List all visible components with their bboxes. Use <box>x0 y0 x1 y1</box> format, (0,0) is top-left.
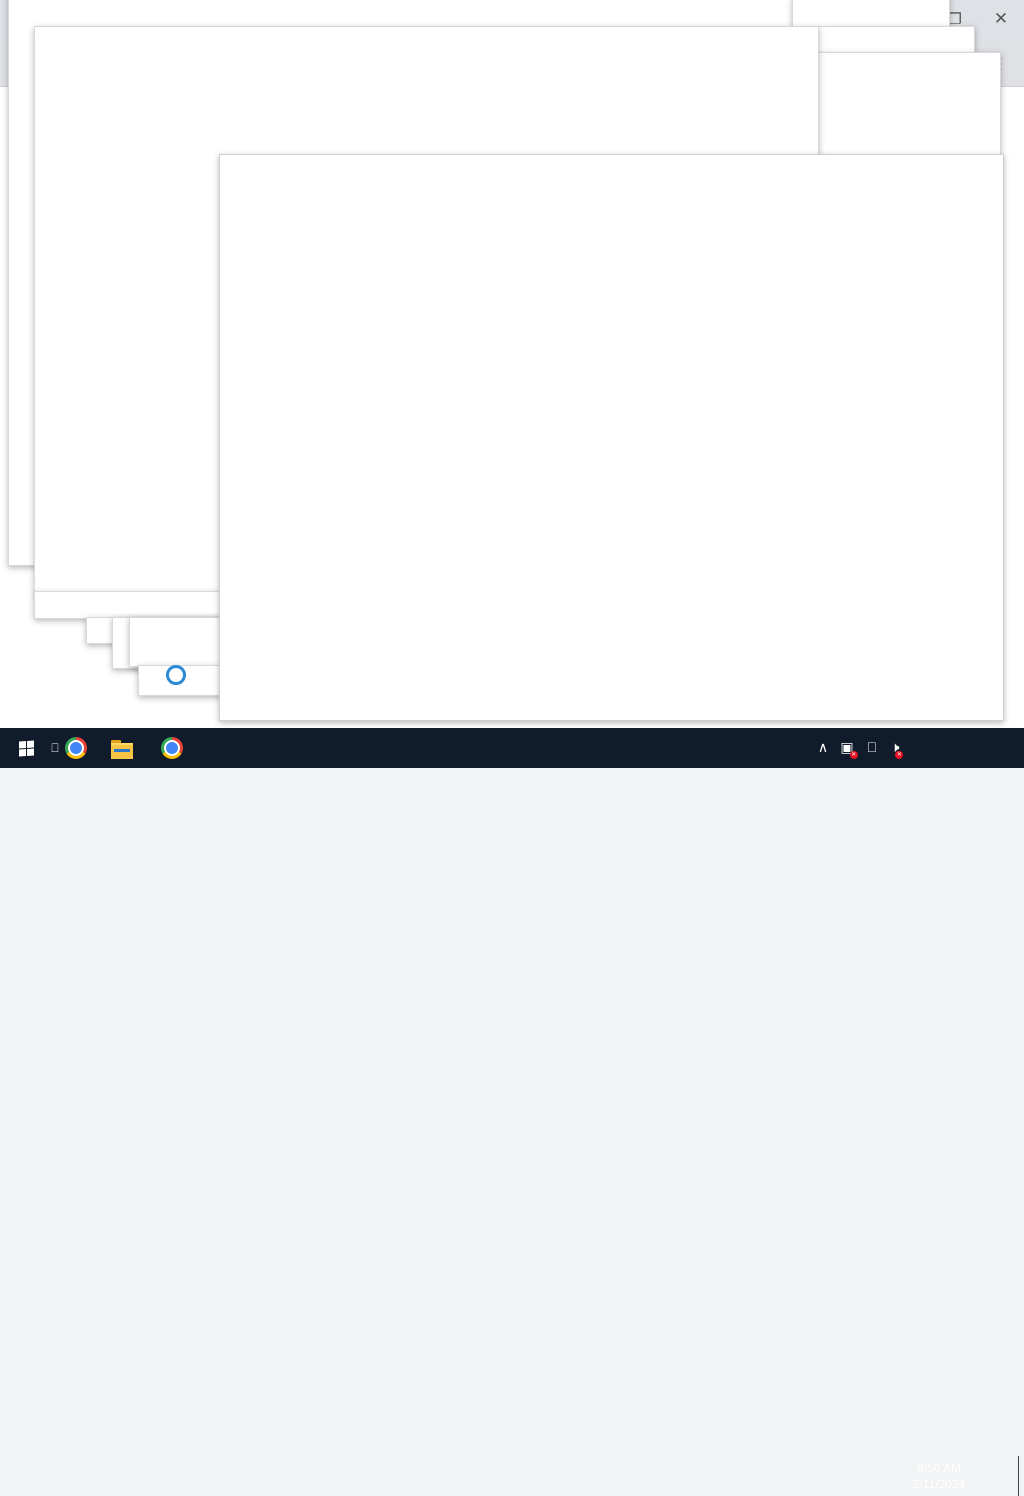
chrome-icon[interactable] <box>158 728 186 768</box>
blank-main-window[interactable] <box>219 154 1004 721</box>
blank-window <box>129 617 222 667</box>
folder-icon[interactable] <box>108 728 136 768</box>
show-desktop-button[interactable] <box>1018 1456 1024 1496</box>
windows-start-icon[interactable] <box>12 728 40 768</box>
network-icon[interactable]: ⎕ <box>861 728 883 768</box>
volume-muted-icon[interactable]: 🕨 ✕ <box>884 728 906 768</box>
loading-spinner-icon <box>166 665 186 685</box>
blank-window <box>792 0 950 28</box>
blank-window <box>818 52 1001 158</box>
taskbar: ⎕ ∧ ▣ ✕ ⎕ 🕨 ✕ 9:50 AM 2/11/2024 <box>0 728 1024 1496</box>
clock-time: 9:50 AM <box>916 1461 962 1475</box>
chrome-icon[interactable] <box>62 728 90 768</box>
taskbar-clock[interactable]: 9:50 AM 2/11/2024 <box>904 1456 974 1496</box>
notification-warning-icon[interactable]: ▣ ✕ <box>836 728 858 768</box>
close-icon[interactable]: ✕ <box>990 8 1012 30</box>
clock-date: 2/11/2024 <box>912 1477 966 1491</box>
blank-window <box>34 591 222 619</box>
desktop: ❐ ✕ ⋮ <box>0 0 1024 728</box>
chevron-up-icon[interactable]: ∧ <box>814 728 832 768</box>
